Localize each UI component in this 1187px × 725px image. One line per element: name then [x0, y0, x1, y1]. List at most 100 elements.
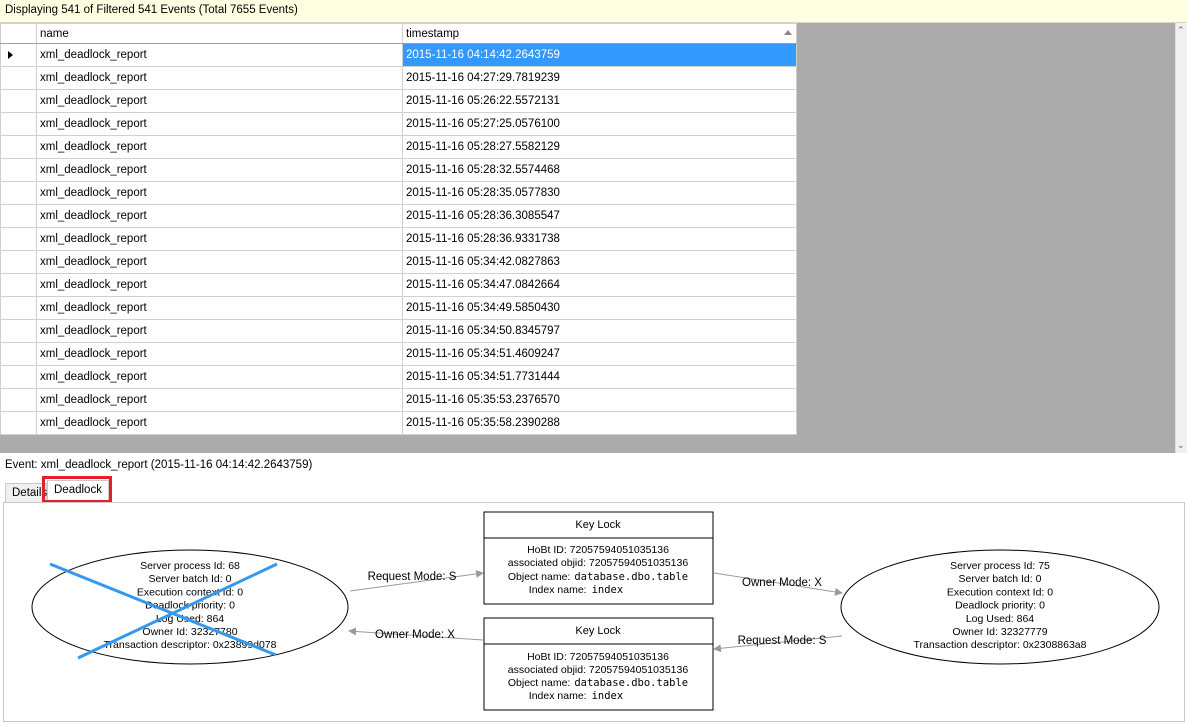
table-row[interactable]: xml_deadlock_report 2015-11-16 04:14:42.2…	[0, 43, 797, 67]
table-row[interactable]: xml_deadlock_report 2015-11-16 05:34:47.0…	[0, 273, 797, 297]
lock-top-index-label: Index name:	[529, 584, 587, 596]
cell-timestamp[interactable]: 2015-11-16 04:14:42.2643759	[402, 43, 797, 67]
tab-details[interactable]: Details	[5, 483, 47, 502]
grid-vertical-scrollbar[interactable]: ⌃ ⌄	[1175, 23, 1187, 453]
cell-timestamp[interactable]: 2015-11-16 05:35:53.2376570	[402, 388, 797, 412]
process-left-text-line: Server process Id: 68	[140, 560, 240, 572]
cell-name[interactable]: xml_deadlock_report	[36, 181, 403, 205]
table-row[interactable]: xml_deadlock_report 2015-11-16 05:34:42.0…	[0, 250, 797, 274]
row-header[interactable]	[0, 158, 37, 182]
column-header-timestamp[interactable]: timestamp	[402, 23, 797, 44]
cell-timestamp[interactable]: 2015-11-16 05:34:50.8345797	[402, 319, 797, 343]
table-row[interactable]: xml_deadlock_report 2015-11-16 05:34:51.7…	[0, 365, 797, 389]
row-header[interactable]	[0, 112, 37, 136]
process-right-text-line: Owner Id: 32327779	[952, 626, 1047, 638]
detail-tabs: Details Deadlock	[0, 480, 1187, 502]
cell-timestamp[interactable]: 2015-11-16 05:28:35.0577830	[402, 181, 797, 205]
lock-top-index: Index name: index	[529, 584, 623, 596]
cell-timestamp[interactable]: 2015-11-16 05:34:51.4609247	[402, 342, 797, 366]
status-text: Displaying 541 of Filtered 541 Events (T…	[5, 4, 298, 16]
lock-top-object-value: database.dbo.table	[574, 571, 688, 583]
row-header[interactable]	[0, 89, 37, 113]
cell-timestamp[interactable]: 2015-11-16 04:27:29.7819239	[402, 66, 797, 90]
scroll-down-icon[interactable]: ⌄	[1177, 440, 1185, 451]
row-header[interactable]	[0, 181, 37, 205]
process-right-text-line: Server batch Id: 0	[959, 573, 1042, 585]
process-node-left[interactable]: Server process Id: 68 Server batch Id: 0E…	[31, 549, 349, 665]
row-header[interactable]	[0, 273, 37, 297]
row-header[interactable]	[0, 227, 37, 251]
table-row[interactable]: xml_deadlock_report 2015-11-16 05:26:22.5…	[0, 89, 797, 113]
lock-bottom-object-label: Object name:	[508, 677, 570, 689]
scroll-up-icon[interactable]: ⌃	[1177, 25, 1185, 36]
cell-timestamp[interactable]: 2015-11-16 05:28:32.5574468	[402, 158, 797, 182]
row-header-corner	[0, 23, 37, 44]
cell-name[interactable]: xml_deadlock_report	[36, 250, 403, 274]
row-header[interactable]	[0, 204, 37, 228]
table-row[interactable]: xml_deadlock_report 2015-11-16 05:34:51.4…	[0, 342, 797, 366]
table-row[interactable]: xml_deadlock_report 2015-11-16 05:27:25.0…	[0, 112, 797, 136]
table-row[interactable]: xml_deadlock_report 2015-11-16 04:27:29.7…	[0, 66, 797, 90]
cell-name[interactable]: xml_deadlock_report	[36, 89, 403, 113]
cell-name[interactable]: xml_deadlock_report	[36, 158, 403, 182]
row-header[interactable]	[0, 296, 37, 320]
cell-timestamp[interactable]: 2015-11-16 05:28:36.9331738	[402, 227, 797, 251]
lock-top-index-value: index	[592, 584, 624, 596]
cell-name[interactable]: xml_deadlock_report	[36, 273, 403, 297]
cell-name[interactable]: xml_deadlock_report	[36, 227, 403, 251]
lock-top-object: Object name: database.dbo.table	[508, 571, 688, 583]
process-node-right[interactable]: Server process Id: 75 Server batch Id: 0E…	[840, 549, 1160, 665]
row-header[interactable]	[0, 43, 37, 67]
cell-name[interactable]: xml_deadlock_report	[36, 411, 403, 435]
table-row[interactable]: xml_deadlock_report 2015-11-16 05:34:49.5…	[0, 296, 797, 320]
cell-timestamp[interactable]: 2015-11-16 05:27:25.0576100	[402, 112, 797, 136]
lock-bottom-object-value: database.dbo.table	[574, 677, 688, 689]
table-row[interactable]: xml_deadlock_report 2015-11-16 05:35:53.2…	[0, 388, 797, 412]
current-row-pointer-icon	[8, 51, 13, 59]
table-row[interactable]: xml_deadlock_report 2015-11-16 05:28:27.5…	[0, 135, 797, 159]
table-row[interactable]: xml_deadlock_report 2015-11-16 05:35:58.2…	[0, 411, 797, 435]
cell-name[interactable]: xml_deadlock_report	[36, 388, 403, 412]
cell-timestamp[interactable]: 2015-11-16 05:28:27.5582129	[402, 135, 797, 159]
row-header[interactable]	[0, 66, 37, 90]
cell-timestamp[interactable]: 2015-11-16 05:34:47.0842664	[402, 273, 797, 297]
edge-label-request-right: Request Mode: S	[738, 635, 827, 647]
row-header[interactable]	[0, 250, 37, 274]
cell-name[interactable]: xml_deadlock_report	[36, 66, 403, 90]
table-row[interactable]: xml_deadlock_report 2015-11-16 05:28:35.0…	[0, 181, 797, 205]
deadlock-graph: Server process Id: 68 Server batch Id: 0E…	[31, 511, 1160, 711]
deadlock-graph-panel: Server process Id: 68 Server batch Id: 0E…	[3, 502, 1185, 722]
cell-timestamp[interactable]: 2015-11-16 05:34:51.7731444	[402, 365, 797, 389]
edge-label-request-left: Request Mode: S	[368, 571, 457, 583]
table-row[interactable]: xml_deadlock_report 2015-11-16 05:28:36.9…	[0, 227, 797, 251]
lock-bottom-title: Key Lock	[575, 625, 621, 637]
table-row[interactable]: xml_deadlock_report 2015-11-16 05:34:50.8…	[0, 319, 797, 343]
sort-ascending-icon	[784, 30, 792, 35]
cell-timestamp[interactable]: 2015-11-16 05:35:58.2390288	[402, 411, 797, 435]
table-row[interactable]: xml_deadlock_report 2015-11-16 05:28:36.3…	[0, 204, 797, 228]
cell-name[interactable]: xml_deadlock_report	[36, 43, 403, 67]
cell-timestamp[interactable]: 2015-11-16 05:34:42.0827863	[402, 250, 797, 274]
cell-name[interactable]: xml_deadlock_report	[36, 365, 403, 389]
cell-timestamp[interactable]: 2015-11-16 05:34:49.5850430	[402, 296, 797, 320]
row-header[interactable]	[0, 388, 37, 412]
cell-name[interactable]: xml_deadlock_report	[36, 319, 403, 343]
cell-name[interactable]: xml_deadlock_report	[36, 296, 403, 320]
column-header-name[interactable]: name	[36, 23, 403, 44]
key-lock-node-top[interactable]: Key Lock HoBt ID: 72057594051035136 asso…	[483, 511, 714, 605]
cell-name[interactable]: xml_deadlock_report	[36, 112, 403, 136]
table-row[interactable]: xml_deadlock_report 2015-11-16 05:28:32.5…	[0, 158, 797, 182]
row-header[interactable]	[0, 411, 37, 435]
row-header[interactable]	[0, 342, 37, 366]
cell-name[interactable]: xml_deadlock_report	[36, 342, 403, 366]
key-lock-node-bottom[interactable]: Key Lock HoBt ID: 72057594051035136 asso…	[483, 617, 714, 711]
cell-timestamp[interactable]: 2015-11-16 05:28:36.3085547	[402, 204, 797, 228]
row-header[interactable]	[0, 365, 37, 389]
row-header[interactable]	[0, 135, 37, 159]
cell-timestamp[interactable]: 2015-11-16 05:26:22.5572131	[402, 89, 797, 113]
cell-name[interactable]: xml_deadlock_report	[36, 204, 403, 228]
lock-bottom-object: Object name: database.dbo.table	[508, 677, 688, 689]
row-header[interactable]	[0, 319, 37, 343]
cell-name[interactable]: xml_deadlock_report	[36, 135, 403, 159]
edge-label-owner-left: Owner Mode: X	[375, 629, 455, 641]
